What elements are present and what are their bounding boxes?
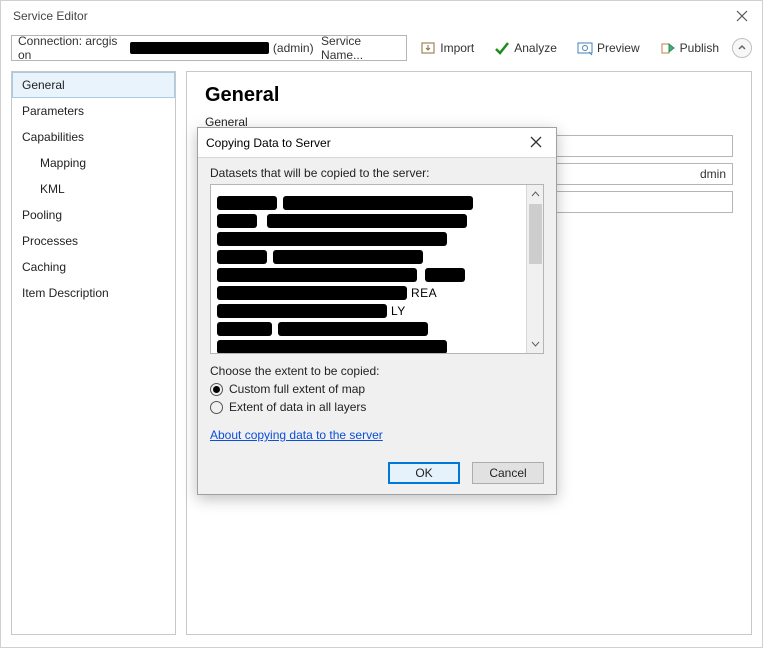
radio-icon [210, 383, 223, 396]
close-icon [530, 136, 542, 148]
connection-box[interactable]: Connection: arcgis on (admin) Service Na… [11, 35, 407, 61]
sidebar-item-label: Processes [22, 234, 78, 248]
list-item: REA [217, 285, 520, 301]
sidebar-item-label: KML [40, 182, 65, 196]
list-item [217, 267, 520, 283]
ok-button[interactable]: OK [388, 462, 460, 484]
radio-icon [210, 401, 223, 414]
help-link[interactable]: About copying data to the server [210, 428, 383, 442]
partial-value: dmin [700, 167, 726, 181]
sidebar-item-item-description[interactable]: Item Description [12, 280, 175, 306]
sidebar: General Parameters Capabilities Mapping … [11, 71, 176, 635]
sidebar-item-pooling[interactable]: Pooling [12, 202, 175, 228]
chevron-up-icon [737, 43, 747, 53]
sidebar-item-label: Item Description [22, 286, 109, 300]
scroll-up-arrow[interactable] [528, 187, 543, 202]
list-item [217, 249, 520, 265]
sidebar-item-label: Mapping [40, 156, 86, 170]
sidebar-item-parameters[interactable]: Parameters [12, 98, 175, 124]
import-button[interactable]: Import [413, 37, 481, 59]
page-heading: General [205, 84, 733, 107]
sidebar-item-label: Capabilities [22, 130, 84, 144]
redacted-server [130, 42, 269, 54]
check-icon [494, 40, 510, 56]
sidebar-item-mapping[interactable]: Mapping [12, 150, 175, 176]
sidebar-item-kml[interactable]: KML [12, 176, 175, 202]
copying-data-dialog: Copying Data to Server Datasets that wil… [197, 127, 557, 495]
radio-label: Extent of data in all layers [229, 400, 366, 414]
datasets-listbox[interactable]: REA LY [210, 184, 544, 354]
list-item [217, 321, 520, 337]
connection-suffix: (admin) [273, 41, 314, 55]
sidebar-item-label: Pooling [22, 208, 62, 222]
publish-button[interactable]: Publish [653, 37, 726, 59]
service-name-label: Service Name... [321, 35, 400, 61]
choose-extent-label: Choose the extent to be copied: [210, 364, 544, 378]
toolbar: Connection: arcgis on (admin) Service Na… [1, 31, 762, 65]
sidebar-item-label: Parameters [22, 104, 84, 118]
scroll-down-arrow[interactable] [528, 336, 543, 351]
analyze-button[interactable]: Analyze [487, 37, 564, 59]
sidebar-item-general[interactable]: General [12, 72, 175, 98]
connection-prefix: Connection: arcgis on [18, 35, 126, 61]
list-item: LY [217, 303, 520, 319]
list-item [217, 195, 520, 211]
datasets-label: Datasets that will be copied to the serv… [210, 166, 544, 180]
radio-data-extent[interactable]: Extent of data in all layers [210, 400, 544, 414]
close-icon [736, 10, 748, 22]
chevron-up-icon [531, 190, 540, 199]
listbox-content: REA LY [211, 185, 526, 353]
collapse-toggle[interactable] [732, 38, 752, 58]
list-item [217, 339, 520, 353]
window-close-button[interactable] [722, 1, 762, 31]
radio-label: Custom full extent of map [229, 382, 365, 396]
dialog-title: Copying Data to Server [206, 136, 331, 150]
window-titlebar: Service Editor [1, 1, 762, 31]
scrollbar[interactable] [526, 185, 543, 353]
list-item [217, 213, 520, 229]
sidebar-item-label: General [22, 78, 65, 92]
sidebar-item-capabilities[interactable]: Capabilities [12, 124, 175, 150]
scroll-thumb[interactable] [529, 204, 542, 264]
sidebar-item-processes[interactable]: Processes [12, 228, 175, 254]
import-icon [420, 40, 436, 56]
sidebar-item-caching[interactable]: Caching [12, 254, 175, 280]
cancel-button[interactable]: Cancel [472, 462, 544, 484]
window-title: Service Editor [13, 9, 88, 23]
dialog-titlebar: Copying Data to Server [198, 128, 556, 158]
radio-custom-extent[interactable]: Custom full extent of map [210, 382, 544, 396]
dialog-close-button[interactable] [524, 133, 548, 153]
publish-icon [660, 40, 676, 56]
preview-icon [577, 40, 593, 56]
list-item [217, 231, 520, 247]
chevron-down-icon [531, 339, 540, 348]
preview-button[interactable]: Preview [570, 37, 647, 59]
sidebar-item-label: Caching [22, 260, 66, 274]
